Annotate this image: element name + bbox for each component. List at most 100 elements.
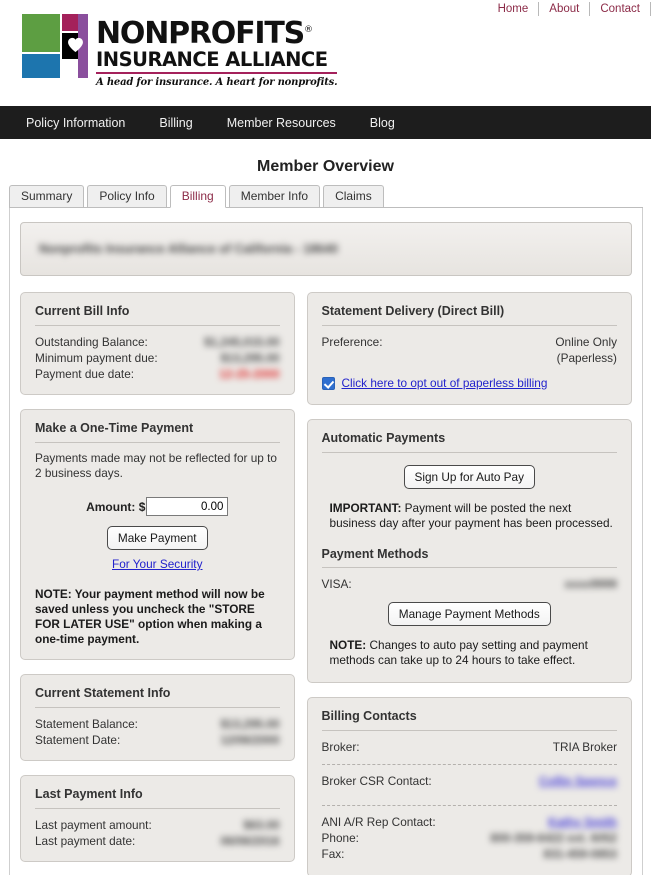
tab-summary[interactable]: Summary [9,185,85,207]
payment-methods-note-body: Changes to auto pay setting and payment … [329,638,588,667]
panel-current-statement-info: Current Statement Info Statement Balance… [20,674,295,761]
broker-csr-value[interactable]: Collin Spence [539,773,617,789]
row-broker-csr-contact: Broker CSR Contact: Collin Spence [322,773,617,789]
paperless-opt-out-checkbox[interactable] [321,376,335,390]
row-last-payment-amount: Last payment amount: $63.00 [35,817,280,833]
nav-item-member-resources[interactable]: Member Resources [227,116,336,130]
logo-line-1: NONPROFITS® [96,16,313,51]
billing-contacts-title: Billing Contacts [321,709,617,731]
fax-label: Fax: [321,847,345,861]
auto-pay-signup-row: Sign Up for Auto Pay [322,465,617,489]
current-bill-info-title: Current Bill Info [35,304,280,326]
row-payment-due-date: Payment due date: 12-25-2000 [35,366,280,382]
billing-left-column: Current Bill Info Outstanding Balance: $… [20,292,295,875]
row-last-payment-date: Last payment date: 06/06/2016 [35,833,280,849]
payment-due-date-label: Payment due date: [35,367,135,381]
logo-square-green [22,14,60,52]
ani-rep-label: ANI A/R Rep Contact: [321,815,436,829]
page-title: Member Overview [257,158,394,175]
panel-one-time-payment: Make a One-Time Payment Payments made ma… [20,409,295,660]
broker-label: Broker: [321,740,360,754]
logo-wordmark: NONPROFITS® INSURANCE ALLIANCE A head fo… [96,14,338,89]
tab-content-billing: Nonprofits Insurance Alliance of Califor… [9,208,643,875]
tab-strip: Summary Policy Info Billing Member Info … [9,185,643,208]
amount-label: Amount: $ [86,499,146,514]
row-statement-balance: Statement Balance: $13,295.00 [35,716,280,732]
manage-payment-methods-button[interactable]: Manage Payment Methods [387,602,551,626]
visa-label: VISA: [321,577,352,591]
ani-rep-value[interactable]: Kathy Smith [548,814,617,830]
row-minimum-payment-due: Minimum payment due: $13,295.00 [35,350,280,366]
sign-up-auto-pay-button[interactable]: Sign Up for Auto Pay [403,465,536,489]
phone-value: 800-359-6422 ext. 6052 [490,831,617,845]
minimum-payment-due-label: Minimum payment due: [35,351,158,365]
main-navigation: Policy Information Billing Member Resour… [0,106,651,139]
billing-page: Home About Contact NONPROFITS® INSURANCE… [0,0,651,875]
current-statement-info-title: Current Statement Info [35,686,280,708]
registered-mark-icon: ® [304,25,313,35]
utility-link-home[interactable]: Home [488,0,539,18]
tab-billing[interactable]: Billing [169,185,226,208]
payment-methods-note: NOTE: Changes to auto pay setting and pa… [322,638,617,668]
panel-billing-contacts: Billing Contacts Broker: TRIA Broker Bro… [306,697,632,875]
contacts-divider [321,805,617,806]
row-statement-date: Statement Date: 12/06/2000 [35,732,280,748]
auto-pay-important-note: IMPORTANT: Payment will be posted the ne… [322,501,617,531]
logo-mark-icon [22,14,88,78]
minimum-payment-due-value: $13,295.00 [220,351,280,365]
amount-row: Amount: $ [35,497,280,516]
member-banner-text: Nonprofits Insurance Alliance of Califor… [39,242,338,256]
last-payment-amount-label: Last payment amount: [35,818,152,832]
phone-label: Phone: [321,831,359,845]
automatic-payments-title: Automatic Payments [321,431,617,453]
site-logo[interactable]: NONPROFITS® INSURANCE ALLIANCE A head fo… [22,14,338,89]
logo-line-2: INSURANCE ALLIANCE [96,48,328,71]
last-payment-date-value: 06/06/2016 [220,834,280,848]
preference-value-line2: (Paperless) [556,351,617,365]
tab-policy-info[interactable]: Policy Info [87,185,167,207]
utility-nav: Home About Contact [488,0,651,18]
opt-out-row: Click here to opt out of paperless billi… [321,376,617,390]
utility-link-contact[interactable]: Contact [590,0,650,18]
paperless-opt-out-link[interactable]: Click here to opt out of paperless billi… [342,376,548,390]
tab-claims[interactable]: Claims [323,185,384,207]
broker-csr-label: Broker CSR Contact: [321,774,432,788]
panel-statement-delivery: Statement Delivery (Direct Bill) Prefere… [306,292,632,405]
tab-member-info[interactable]: Member Info [228,185,321,207]
nav-item-policy-information[interactable]: Policy Information [26,116,125,130]
make-payment-button[interactable]: Make Payment [106,526,208,550]
last-payment-info-title: Last Payment Info [35,787,280,809]
row-ani-rep-contact: ANI A/R Rep Contact: Kathy Smith [322,814,617,830]
fax-value: 831-459-0853 [543,847,617,861]
amount-input[interactable] [146,497,229,516]
statement-balance-value: $13,295.00 [220,717,280,731]
member-banner: Nonprofits Insurance Alliance of Califor… [20,222,632,276]
nav-item-blog[interactable]: Blog [370,116,395,130]
statement-delivery-title: Statement Delivery (Direct Bill) [321,304,617,326]
preference-label: Preference: [321,335,383,349]
logo-square-blue [22,54,60,78]
preference-value-line1: Online Only [555,335,617,349]
make-payment-row: Make Payment [35,526,280,550]
security-link-row: For Your Security [35,555,280,573]
contacts-divider [321,764,617,765]
row-outstanding-balance: Outstanding Balance: $1,245,015.00 [35,334,280,350]
row-broker: Broker: TRIA Broker [322,739,617,755]
last-payment-date-label: Last payment date: [35,834,136,848]
panel-last-payment-info: Last Payment Info Last payment amount: $… [20,775,295,862]
panel-automatic-payments: Automatic Payments Sign Up for Auto Pay … [306,419,632,683]
statement-date-value: 12/06/2000 [220,733,280,747]
last-payment-amount-value: $63.00 [243,818,280,832]
payment-due-date-value: 12-25-2000 [219,367,280,381]
one-time-payment-title: Make a One-Time Payment [35,421,280,443]
billing-columns: Current Bill Info Outstanding Balance: $… [20,292,632,875]
row-fax: Fax: 831-459-0853 [322,846,617,862]
for-your-security-link[interactable]: For Your Security [112,557,203,571]
broker-value: TRIA Broker [552,740,617,754]
auto-pay-important-lead: IMPORTANT: [329,501,402,515]
one-time-payment-note: NOTE: Your payment method will now be sa… [35,587,280,647]
utility-link-about[interactable]: About [539,0,589,18]
panel-current-bill-info: Current Bill Info Outstanding Balance: $… [20,292,295,395]
one-time-payment-note-lead: NOTE: [35,587,72,601]
nav-item-billing[interactable]: Billing [159,116,192,130]
